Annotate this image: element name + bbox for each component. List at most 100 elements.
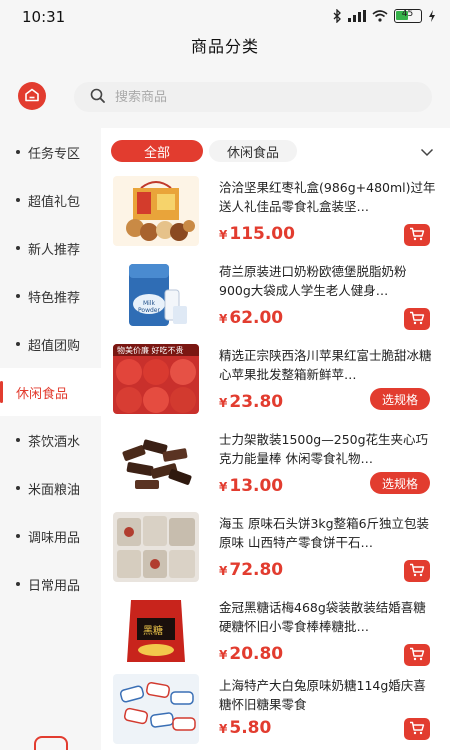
cart-icon	[409, 226, 425, 245]
active-indicator	[0, 381, 3, 403]
price-value: 72.80	[229, 560, 284, 580]
chevron-down-icon[interactable]	[420, 142, 434, 161]
cart-icon	[409, 720, 425, 739]
sidebar-item-label: 超值礼包	[28, 194, 81, 210]
product-price: ¥115.00	[219, 224, 295, 244]
price-value: 20.80	[229, 644, 284, 664]
product-image-milk-powder: Milk Powder	[113, 260, 199, 330]
page-title: 商品分类	[190, 37, 259, 56]
product-title: 海玉 原味石头饼3kg整箱6斤独立包装原味 山西特产零食饼干石…	[219, 516, 430, 550]
product-item[interactable]: 洽洽坚果红枣礼盒(986g+480ml)过年送人礼佳品零食礼盒装坚… ¥115.…	[101, 174, 450, 258]
product-title: 荷兰原装进口奶粉欧德堡脱脂奶粉900g大袋成人学生老人健身…	[219, 264, 407, 298]
bullet-icon	[16, 342, 20, 346]
cart-icon	[409, 646, 425, 665]
bullet-icon	[16, 438, 20, 442]
bullet-icon	[16, 582, 20, 586]
tab-snacks[interactable]: 休闲食品	[209, 140, 297, 162]
product-price: ¥23.80	[219, 392, 283, 412]
sidebar-item-featured[interactable]: 特色推荐	[0, 272, 101, 320]
sidebar-item-daily-goods[interactable]: 日常用品	[0, 560, 101, 608]
price-value: 13.00	[229, 476, 284, 496]
select-spec-button[interactable]: 选规格	[370, 472, 430, 494]
header: 商品分类	[0, 34, 450, 70]
product-price: ¥72.80	[219, 560, 283, 580]
product-image-stone-biscuits	[113, 512, 199, 582]
sidebar-item-label: 茶饮酒水	[28, 434, 81, 450]
search-input[interactable]	[115, 89, 355, 105]
currency-symbol: ¥	[219, 312, 228, 326]
product-price: ¥13.00	[219, 476, 283, 496]
cart-icon	[409, 310, 425, 329]
battery-level: 45	[401, 9, 414, 19]
search-icon	[90, 88, 105, 107]
product-price: ¥62.00	[219, 308, 283, 328]
price-value: 23.80	[229, 392, 284, 412]
sidebar-item-label: 特色推荐	[28, 290, 81, 306]
sidebar-item-grain-oil[interactable]: 米面粮油	[0, 464, 101, 512]
wifi-icon	[372, 10, 388, 22]
product-item[interactable]: Milk Powder 荷兰原装进口奶粉欧德堡脱脂奶粉900g大袋成人学生老人健…	[101, 258, 450, 342]
sidebar-item-label: 超值团购	[28, 338, 81, 354]
cellular-signal-icon	[348, 10, 366, 22]
currency-symbol: ¥	[219, 228, 228, 242]
sidebar-item-label: 任务专区	[28, 146, 81, 162]
currency-symbol: ¥	[219, 564, 228, 578]
status-icons: 45	[332, 9, 436, 23]
add-to-cart-button[interactable]	[404, 308, 430, 330]
product-item[interactable]: 上海特产大白兔原味奶糖114g婚庆喜糖怀旧糖果零食 ¥5.80	[101, 672, 450, 750]
tab-all[interactable]: 全部	[111, 140, 203, 162]
battery-icon: 45	[394, 9, 422, 23]
status-bar: 10:31 45	[0, 0, 450, 34]
product-title: 上海特产大白兔原味奶糖114g婚庆喜糖怀旧糖果零食	[219, 678, 426, 712]
currency-symbol: ¥	[219, 480, 228, 494]
product-title: 士力架散装1500g—250g花生夹心巧克力能量棒 休闲零食礼物…	[219, 432, 429, 466]
home-icon	[24, 87, 40, 106]
sidebar-item-seasoning[interactable]: 调味用品	[0, 512, 101, 560]
bullet-icon	[16, 294, 20, 298]
thumb-banner-label: 物美价廉 好吃不贵	[117, 346, 184, 355]
price-value: 62.00	[229, 308, 284, 328]
status-time: 10:31	[22, 8, 66, 26]
sidebar-item-task-zone[interactable]: 任务专区	[0, 128, 101, 176]
search-bar[interactable]	[74, 82, 432, 112]
sidebar-item-label: 日常用品	[28, 578, 81, 594]
milk-powder-label: Milk Powder	[138, 300, 160, 314]
home-button[interactable]	[18, 82, 46, 110]
package-label: 黑糖	[143, 626, 163, 637]
sidebar-item-value-packs[interactable]: 超值礼包	[0, 176, 101, 224]
product-image-apples: 物美价廉 好吃不贵	[113, 344, 199, 414]
sidebar-item-drinks[interactable]: 茶饮酒水	[0, 416, 101, 464]
add-to-cart-button[interactable]	[404, 560, 430, 582]
product-image-black-sugar-plum: 黑糖	[113, 596, 199, 666]
bullet-icon	[16, 534, 20, 538]
sidebar-item-label: 新人推荐	[28, 242, 81, 258]
add-to-cart-button[interactable]	[404, 718, 430, 740]
select-spec-button[interactable]: 选规格	[370, 388, 430, 410]
search-row	[0, 70, 450, 128]
price-value: 5.80	[229, 718, 272, 738]
bluetooth-icon	[332, 9, 342, 23]
add-to-cart-button[interactable]	[404, 644, 430, 666]
sidebar-item-new-user[interactable]: 新人推荐	[0, 224, 101, 272]
product-image-nut-gift-box	[113, 176, 199, 246]
product-item[interactable]: 物美价廉 好吃不贵 精选正宗陕西洛川苹果红富士脆甜冰糖心苹果批发整箱新鲜苹… ¥…	[101, 342, 450, 426]
sidebar-item-label: 休闲食品	[16, 386, 69, 402]
sidebar-item-snacks[interactable]: 休闲食品	[0, 368, 101, 416]
bullet-icon	[16, 486, 20, 490]
sidebar-item-group-buy[interactable]: 超值团购	[0, 320, 101, 368]
charging-icon	[428, 10, 436, 22]
product-list: 洽洽坚果红枣礼盒(986g+480ml)过年送人礼佳品零食礼盒装坚… ¥115.…	[101, 172, 450, 750]
product-item[interactable]: 黑糖 金冠黑糖话梅468g袋装散装结婚喜糖硬糖怀旧小零食棒棒糖批… ¥20.80	[101, 594, 450, 678]
add-to-cart-button[interactable]	[404, 224, 430, 246]
product-price: ¥5.80	[219, 718, 271, 738]
product-item[interactable]: 士力架散装1500g—250g花生夹心巧克力能量棒 休闲零食礼物… ¥13.00…	[101, 426, 450, 510]
product-image-white-rabbit-candy	[113, 674, 199, 744]
product-item[interactable]: 海玉 原味石头饼3kg整箱6斤独立包装原味 山西特产零食饼干石… ¥72.80	[101, 510, 450, 594]
sidebar-item-label: 调味用品	[28, 530, 81, 546]
sidebar-item-label: 米面粮油	[28, 482, 81, 498]
currency-symbol: ¥	[219, 396, 228, 410]
bottom-cart-icon[interactable]	[34, 736, 68, 750]
product-title: 洽洽坚果红枣礼盒(986g+480ml)过年送人礼佳品零食礼盒装坚…	[219, 180, 436, 214]
bullet-icon	[16, 246, 20, 250]
product-title: 金冠黑糖话梅468g袋装散装结婚喜糖硬糖怀旧小零食棒棒糖批…	[219, 600, 426, 634]
